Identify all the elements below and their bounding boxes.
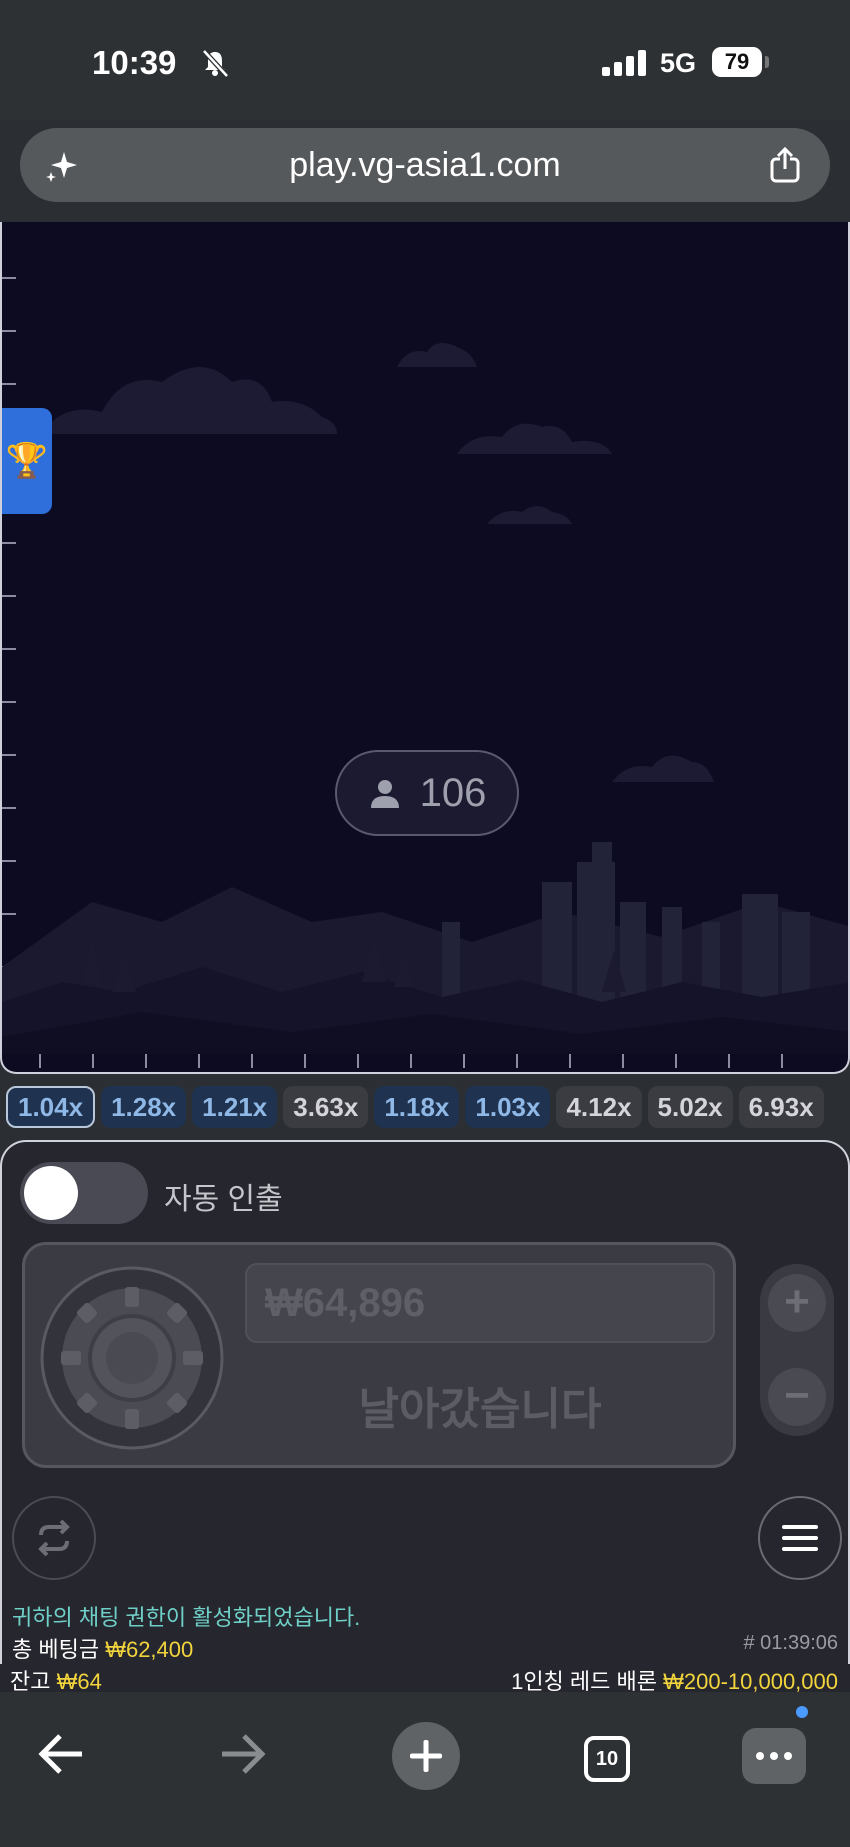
cellular-signal-icon bbox=[602, 50, 646, 76]
game-canvas: 🏆 106 bbox=[0, 222, 850, 1074]
chat-notice: 귀하의 채팅 권한이 활성화되었습니다. bbox=[12, 1605, 361, 1630]
status-bar: 10:39 5G 79 bbox=[0, 0, 850, 120]
toggle-knob bbox=[24, 1166, 78, 1220]
auto-play-button[interactable] bbox=[12, 1496, 96, 1580]
battery-tip bbox=[765, 56, 769, 68]
poker-chip-icon[interactable] bbox=[39, 1265, 225, 1451]
history-chip[interactable]: 1.18x bbox=[374, 1086, 460, 1128]
battery-icon: 79 bbox=[712, 47, 762, 77]
leaderboard-tab[interactable]: 🏆 bbox=[2, 408, 52, 514]
trophy-icon: 🏆 bbox=[5, 442, 49, 480]
share-icon[interactable] bbox=[768, 146, 802, 184]
history-chip[interactable]: 1.28x bbox=[101, 1086, 187, 1128]
history-chip[interactable]: 4.12x bbox=[556, 1086, 642, 1128]
browser-toolbar: 10 bbox=[0, 1692, 850, 1847]
players-count: 106 bbox=[419, 770, 487, 815]
players-online-badge: 106 bbox=[335, 750, 519, 836]
balance-value: ₩64 bbox=[56, 1669, 102, 1694]
bet-limits-value: ₩200-10,000,000 bbox=[663, 1669, 838, 1694]
total-bet-value: ₩62,400 bbox=[105, 1637, 194, 1662]
status-time: 10:39 bbox=[92, 44, 177, 81]
bet-amount-field[interactable]: ₩64,896 bbox=[245, 1263, 715, 1343]
address-bar[interactable]: play.vg-asia1.com bbox=[20, 128, 830, 202]
network-type: 5G bbox=[660, 48, 697, 78]
history-chip[interactable]: 5.02x bbox=[647, 1086, 733, 1128]
bottom-axis-ticks bbox=[39, 1054, 783, 1068]
history-chip[interactable]: 1.03x bbox=[465, 1086, 551, 1128]
url-text[interactable]: play.vg-asia1.com bbox=[20, 146, 830, 185]
history-chip[interactable]: 1.04x bbox=[6, 1086, 96, 1128]
bet-limits-label: 1인칭 레드 배론 bbox=[511, 1669, 664, 1694]
increase-bet-button[interactable]: + bbox=[768, 1274, 826, 1332]
auto-cashout-label: 자동 인출 bbox=[164, 1183, 283, 1216]
auto-cashout-toggle[interactable] bbox=[20, 1162, 148, 1224]
round-status-text: 날아갔습니다 bbox=[358, 1385, 602, 1434]
total-bet-label: 총 베팅금 bbox=[12, 1637, 106, 1662]
multiplier-history[interactable]: 1.04x 1.28x 1.21x 3.63x 1.18x 1.03x 4.12x 5.02x… bbox=[6, 1086, 850, 1130]
notification-dot bbox=[796, 1706, 808, 1718]
decrease-bet-button[interactable]: − bbox=[768, 1368, 826, 1426]
history-chip[interactable]: 3.63x bbox=[283, 1086, 369, 1128]
bet-box: ₩64,896 날아갔습니다 bbox=[22, 1242, 736, 1468]
game-scene bbox=[2, 277, 848, 1068]
plus-icon bbox=[410, 1740, 442, 1772]
repeat-icon bbox=[38, 1519, 70, 1557]
balance-label: 잔고 bbox=[10, 1669, 57, 1694]
more-options-button[interactable] bbox=[742, 1728, 806, 1784]
total-bet: 총 베팅금 ₩62,400 bbox=[12, 1632, 193, 1664]
history-chip[interactable]: 1.21x bbox=[192, 1086, 278, 1128]
bell-off-icon bbox=[202, 49, 229, 78]
back-arrow-icon[interactable] bbox=[36, 1732, 86, 1776]
account-info-row: 잔고 ₩64 1인칭 레드 배론 ₩200-10,000,000 bbox=[0, 1664, 850, 1694]
tabs-button[interactable]: 10 bbox=[584, 1736, 630, 1782]
user-icon bbox=[370, 780, 399, 808]
left-axis-ticks bbox=[2, 277, 16, 968]
forward-arrow-icon[interactable] bbox=[218, 1732, 268, 1776]
menu-button[interactable] bbox=[758, 1496, 842, 1580]
new-tab-button[interactable] bbox=[392, 1722, 460, 1790]
history-chip[interactable]: 6.93x bbox=[738, 1086, 824, 1128]
hamburger-menu-icon bbox=[782, 1525, 818, 1551]
round-timestamp: # 01:39:06 bbox=[743, 1632, 838, 1654]
bet-panel: 자동 인출 ₩64,896 날아갔습니다 + − 귀하의 채팅 권한이 활성화되… bbox=[0, 1140, 850, 1664]
bet-stepper: + − bbox=[760, 1264, 834, 1436]
